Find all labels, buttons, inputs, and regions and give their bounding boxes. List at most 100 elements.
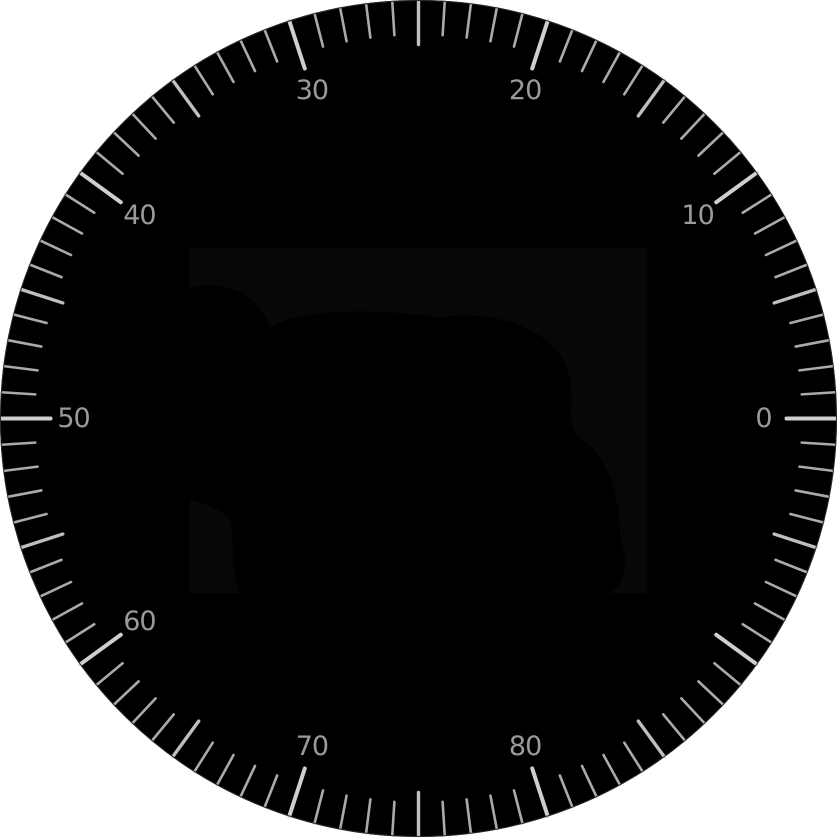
tick-mark (12, 313, 48, 325)
tick-mark (680, 112, 706, 140)
tick-mark (131, 112, 157, 140)
tick-mark (798, 364, 835, 372)
tick-mark (512, 789, 524, 825)
tick-mark (239, 38, 257, 73)
tick-mark (798, 465, 835, 473)
tick-mark (263, 774, 279, 809)
tick-mark (697, 680, 725, 706)
tick-mark (512, 12, 524, 48)
tick-mark (112, 680, 140, 706)
tick-mark (530, 18, 550, 71)
tick-mark (78, 632, 123, 667)
tick-mark (764, 239, 799, 257)
tick-mark (12, 512, 48, 524)
tick-mark (774, 263, 809, 279)
tick-mark (287, 766, 307, 819)
tick-mark (441, 800, 447, 837)
tick-mark (713, 661, 742, 687)
tick-mark (772, 532, 818, 550)
scale-label-80: 80 (509, 731, 541, 762)
tick-mark (131, 697, 157, 725)
tick-mark (171, 719, 201, 759)
tick-mark (800, 390, 837, 396)
dial-screen: 0 10 20 30 40 50 60 70 80 (0, 0, 837, 837)
dial-scale: 0 10 20 30 40 50 60 70 80 (0, 0, 837, 837)
scale-label-10: 10 (681, 200, 713, 231)
tick-mark (2, 465, 39, 473)
tick-mark (2, 364, 39, 372)
tick-mark (0, 390, 37, 396)
tick-mark (713, 150, 742, 176)
tick-mark (338, 6, 348, 43)
tick-mark (489, 6, 499, 43)
tick-mark (263, 28, 279, 63)
tick-mark (390, 0, 396, 37)
tick-mark (558, 28, 574, 63)
tick-mark (580, 764, 598, 799)
tick-mark (150, 713, 176, 742)
tick-mark (680, 697, 706, 725)
tick-mark (112, 131, 140, 157)
tick-mark (714, 170, 759, 205)
scale-label-20: 20 (509, 75, 541, 106)
tick-mark (741, 193, 773, 215)
tick-mark (465, 2, 473, 39)
tick-mark (772, 287, 818, 305)
scale-labels: 0 10 20 30 40 50 60 70 80 (57, 75, 772, 762)
scale-label-30: 30 (296, 75, 328, 106)
tick-mark (661, 713, 687, 742)
tick-mark (622, 64, 644, 96)
tick-mark (580, 38, 598, 73)
tick-mark (28, 558, 63, 574)
scale-label-40: 40 (123, 200, 155, 231)
tick-mark (313, 789, 325, 825)
tick-mark (602, 753, 622, 787)
tick-mark (6, 489, 43, 499)
tick-mark (38, 580, 73, 598)
tick-mark (753, 215, 787, 235)
tick-mark (789, 313, 825, 325)
tick-mark (530, 766, 550, 819)
scale-label-50: 50 (57, 403, 89, 434)
scale-label-60: 60 (123, 606, 155, 637)
tick-mark (390, 800, 396, 837)
tick-mark (95, 150, 124, 176)
tick-mark (171, 78, 201, 118)
tick-mark (193, 741, 215, 773)
tick-mark (441, 0, 447, 37)
tick-mark (50, 215, 84, 235)
tick-mark (714, 632, 759, 667)
tick-mark (465, 798, 473, 835)
tick-mark (338, 794, 348, 831)
tick-mark (38, 239, 73, 257)
tick-mark (215, 50, 235, 84)
tick-mark (774, 558, 809, 574)
tick-mark (364, 798, 372, 835)
tick-mark (215, 753, 235, 787)
tick-mark (64, 622, 96, 644)
tick-mark (95, 661, 124, 687)
tick-mark (50, 602, 84, 622)
tick-mark (0, 441, 37, 447)
tick-mark (636, 78, 666, 118)
tick-mark (741, 622, 773, 644)
tick-mark (558, 774, 574, 809)
tick-mark (636, 719, 666, 759)
tick-mark (28, 263, 63, 279)
tick-mark (19, 532, 65, 550)
tick-mark (6, 338, 43, 348)
tick-mark (489, 794, 499, 831)
tick-mark (794, 489, 831, 499)
tick-mark (602, 50, 622, 84)
tick-mark (764, 580, 799, 598)
tick-mark (193, 64, 215, 96)
tick-mark (753, 602, 787, 622)
tick-mark (661, 95, 687, 124)
tick-mark (78, 170, 123, 205)
tick-marks (0, 0, 837, 837)
tick-mark (789, 512, 825, 524)
tick-mark (64, 193, 96, 215)
tick-mark (800, 441, 837, 447)
tick-mark (239, 764, 257, 799)
tick-mark (622, 741, 644, 773)
